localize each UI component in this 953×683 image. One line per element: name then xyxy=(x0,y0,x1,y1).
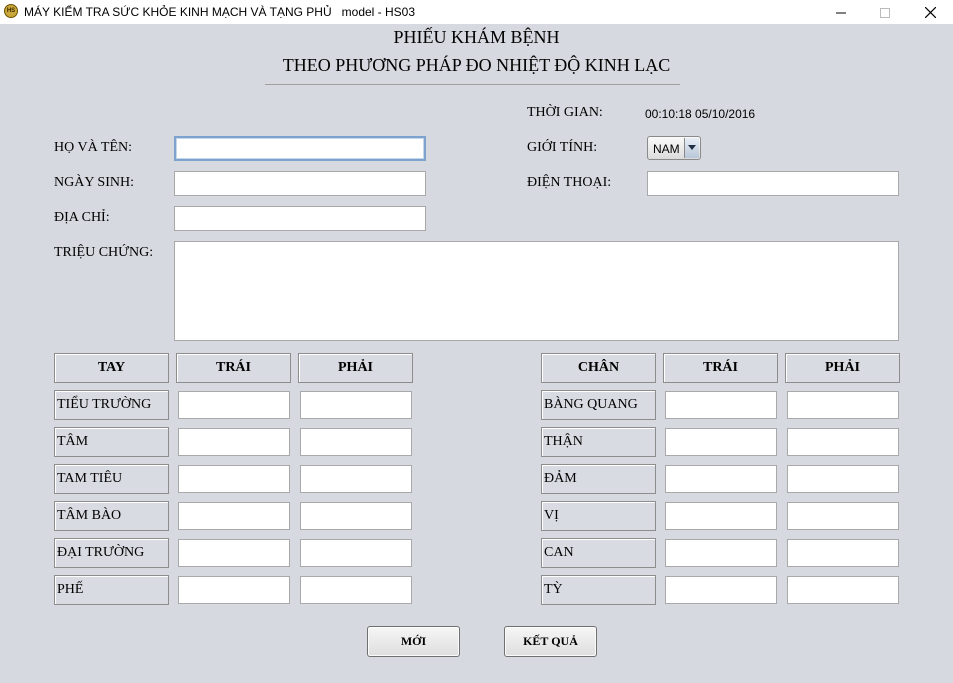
foot-right-input[interactable] xyxy=(787,465,899,493)
phone-label: ĐIỆN THOẠI: xyxy=(527,175,612,190)
hand-right-header: PHẢI xyxy=(298,353,413,383)
result-button[interactable]: KẾT QUẢ xyxy=(504,626,597,657)
hand-row-label: TAM TIÊU xyxy=(54,464,169,494)
title-bar: HS MÁY KIỂM TRA SỨC KHỎE KINH MẠCH VÀ TẠ… xyxy=(0,0,953,24)
hand-left-input[interactable] xyxy=(178,539,290,567)
hand-right-input[interactable] xyxy=(300,576,412,604)
foot-left-input[interactable] xyxy=(665,391,777,419)
hand-header: TAY xyxy=(54,353,169,383)
close-icon xyxy=(924,6,936,19)
foot-right-input[interactable] xyxy=(787,539,899,567)
name-field[interactable] xyxy=(174,136,426,161)
hand-right-input[interactable] xyxy=(300,465,412,493)
maximize-button[interactable] xyxy=(862,0,908,24)
foot-right-input[interactable] xyxy=(787,391,899,419)
foot-row-label: ĐẢM xyxy=(541,464,656,494)
form-subheading: THEO PHƯƠNG PHÁP ĐO NHIỆT ĐỘ KINH LẠC xyxy=(282,55,671,75)
maximize-icon xyxy=(880,7,890,18)
foot-row-label: TỲ xyxy=(541,575,656,605)
hand-left-input[interactable] xyxy=(178,465,290,493)
foot-row-label: VỊ xyxy=(541,501,656,531)
new-button[interactable]: MỚI xyxy=(367,626,460,657)
foot-left-input[interactable] xyxy=(665,502,777,530)
dropdown-arrow-button[interactable] xyxy=(684,138,699,158)
close-button[interactable] xyxy=(907,0,953,24)
foot-row-label: THẬN xyxy=(541,427,656,457)
hand-left-input[interactable] xyxy=(178,576,290,604)
hand-right-input[interactable] xyxy=(300,391,412,419)
hand-right-input[interactable] xyxy=(300,502,412,530)
hand-left-input[interactable] xyxy=(178,428,290,456)
hand-row-label: TÂM BÀO xyxy=(54,501,169,531)
hand-left-header: TRÁI xyxy=(176,353,291,383)
address-field[interactable] xyxy=(174,206,426,231)
foot-row-label: BÀNG QUANG xyxy=(541,390,656,420)
symptoms-field[interactable] xyxy=(174,241,899,341)
foot-right-input[interactable] xyxy=(787,428,899,456)
window-title: MÁY KIỂM TRA SỨC KHỎE KINH MẠCH VÀ TẠNG … xyxy=(24,5,416,19)
birth-date-field[interactable] xyxy=(174,171,426,196)
birth-label: NGÀY SINH: xyxy=(54,175,134,190)
hand-row-label: TÂM xyxy=(54,427,169,457)
foot-left-input[interactable] xyxy=(665,539,777,567)
hand-right-input[interactable] xyxy=(300,539,412,567)
foot-right-header: PHẢI xyxy=(785,353,900,383)
minimize-button[interactable] xyxy=(818,0,864,24)
name-label: HỌ VÀ TÊN: xyxy=(54,140,133,155)
time-value: 00:10:18 05/10/2016 xyxy=(645,107,756,121)
hand-left-input[interactable] xyxy=(178,391,290,419)
foot-row-label: CAN xyxy=(541,538,656,568)
foot-left-input[interactable] xyxy=(665,465,777,493)
app-logo-icon: HS xyxy=(4,4,18,18)
gender-selected-value: NAM xyxy=(653,142,680,156)
hand-left-input[interactable] xyxy=(178,502,290,530)
heading-divider xyxy=(265,84,680,85)
hand-row-label: PHẾ xyxy=(54,575,169,605)
symptoms-label: TRIỆU CHỨNG: xyxy=(54,245,154,260)
foot-left-header: TRÁI xyxy=(663,353,778,383)
gender-label: GIỚI TÍNH: xyxy=(527,140,598,155)
minimize-icon xyxy=(836,12,846,14)
hand-right-input[interactable] xyxy=(300,428,412,456)
address-label: ĐỊA CHỈ: xyxy=(54,210,110,225)
chevron-down-icon xyxy=(688,145,696,150)
gender-select[interactable]: NAM xyxy=(647,136,701,160)
time-label: THỜI GIAN: xyxy=(527,105,603,120)
phone-field[interactable] xyxy=(647,171,899,196)
form-heading: PHIẾU KHÁM BỆNH xyxy=(393,27,560,47)
foot-right-input[interactable] xyxy=(787,502,899,530)
foot-right-input[interactable] xyxy=(787,576,899,604)
foot-header: CHÂN xyxy=(541,353,656,383)
form-panel: PHIẾU KHÁM BỆNH THEO PHƯƠNG PHÁP ĐO NHIỆ… xyxy=(0,24,953,683)
foot-left-input[interactable] xyxy=(665,428,777,456)
hand-row-label: TIỂU TRƯỜNG xyxy=(54,390,169,420)
hand-row-label: ĐẠI TRƯỜNG xyxy=(54,538,169,568)
foot-left-input[interactable] xyxy=(665,576,777,604)
